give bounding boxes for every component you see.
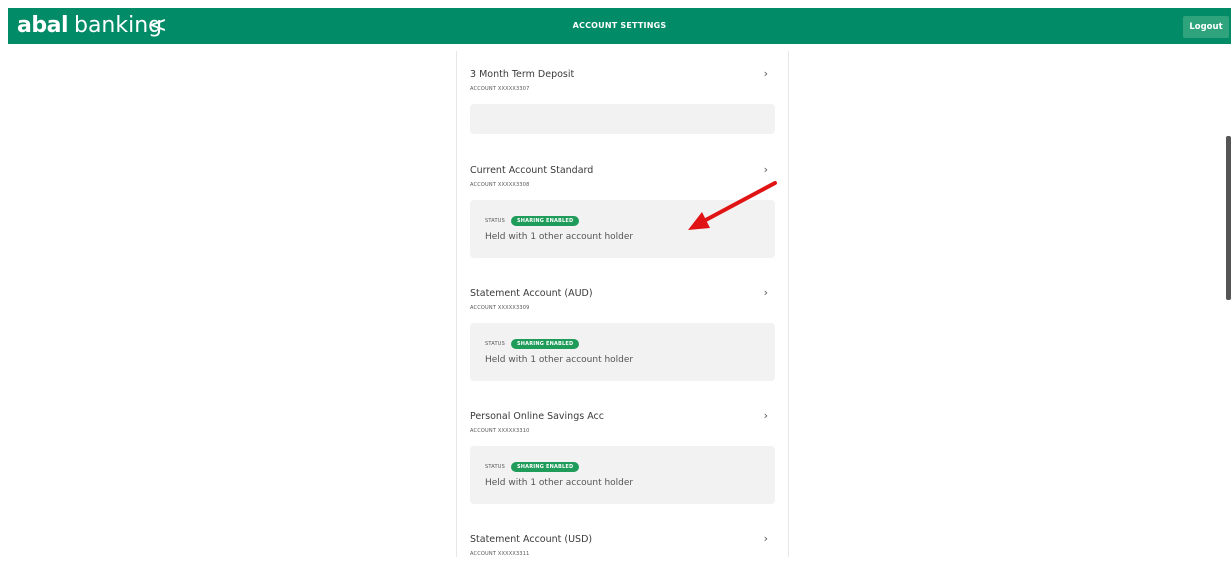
chevron-right-icon: › (763, 163, 768, 176)
account-number: ACCOUNT XXXXX3309 (470, 305, 530, 311)
holder-info: Held with 1 other account holder (485, 232, 634, 242)
account-card[interactable]: 3 Month Term Deposit ACCOUNT XXXXX3307 › (457, 51, 788, 148)
chevron-right-icon: › (763, 67, 768, 80)
app-logo: abal banking (17, 13, 162, 39)
status-panel: STATUS SHARING ENABLED Held with 1 other… (470, 446, 775, 504)
account-list: 3 Month Term Deposit ACCOUNT XXXXX3307 ›… (456, 51, 789, 557)
account-name: Current Account Standard (470, 165, 594, 176)
top-bar: abal banking < ACCOUNT SETTINGS Logout (8, 8, 1231, 44)
account-number: ACCOUNT XXXXX3311 (470, 551, 530, 557)
account-name: 3 Month Term Deposit (470, 69, 575, 80)
scrollbar[interactable] (1226, 136, 1231, 300)
chevron-right-icon: › (763, 286, 768, 299)
chevron-right-icon: › (763, 532, 768, 545)
account-card[interactable]: Statement Account (USD) ACCOUNT XXXXX331… (457, 516, 788, 557)
logout-button[interactable]: Logout (1183, 16, 1229, 38)
status-badge: SHARING ENABLED (510, 462, 580, 472)
status-row: STATUS SHARING ENABLED (485, 339, 580, 349)
red-arrow-icon (688, 181, 777, 230)
page-title: ACCOUNT SETTINGS (572, 21, 667, 30)
status-panel: STATUS SHARING ENABLED Held with 1 other… (470, 323, 775, 381)
chevron-right-icon: › (763, 409, 768, 422)
status-badge: SHARING ENABLED (510, 216, 580, 226)
chevron-left-icon: < (148, 13, 168, 38)
status-label: STATUS (485, 464, 505, 470)
holder-info: Held with 1 other account holder (485, 478, 634, 488)
status-label: STATUS (485, 218, 505, 224)
status-badge: SHARING ENABLED (510, 339, 580, 349)
back-button[interactable]: < (148, 13, 168, 39)
account-number: ACCOUNT XXXXX3310 (470, 428, 530, 434)
account-number: ACCOUNT XXXXX3307 (470, 86, 530, 92)
account-card[interactable]: Personal Online Savings Acc ACCOUNT XXXX… (457, 393, 788, 517)
status-label: STATUS (485, 341, 505, 347)
status-row: STATUS SHARING ENABLED (485, 216, 580, 226)
account-number: ACCOUNT XXXXX3308 (470, 182, 530, 188)
account-name: Personal Online Savings Acc (470, 411, 604, 422)
status-panel (470, 104, 775, 134)
logo-brand: abal (17, 13, 68, 38)
account-name: Statement Account (USD) (470, 534, 593, 545)
account-name: Statement Account (AUD) (470, 288, 593, 299)
account-card[interactable]: Statement Account (AUD) ACCOUNT XXXXX330… (457, 270, 788, 394)
holder-info: Held with 1 other account holder (485, 355, 634, 365)
status-row: STATUS SHARING ENABLED (485, 462, 580, 472)
